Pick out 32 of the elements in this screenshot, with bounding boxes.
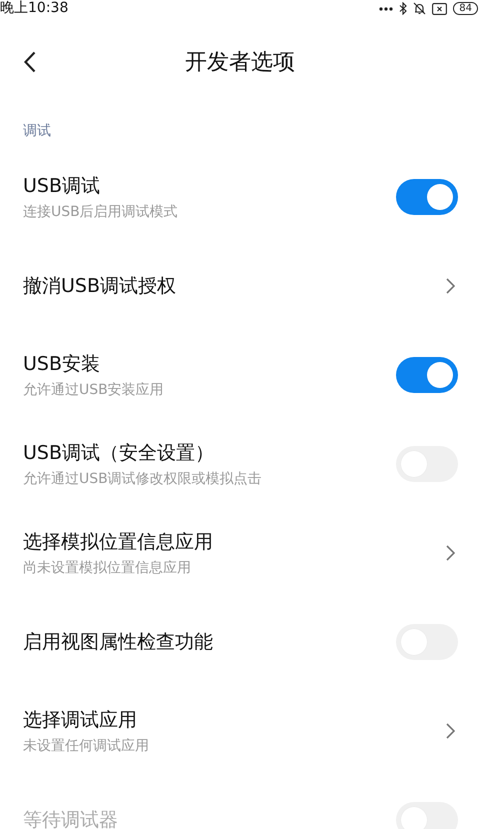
item-subtitle: 允许通过USB调试修改权限或模拟点击 <box>23 470 262 488</box>
page-title: 开发者选项 <box>185 48 295 76</box>
chevron-icon <box>446 544 455 560</box>
item-title: USB调试（安全设置） <box>23 440 216 466</box>
item-title: 选择模拟位置信息应用 <box>23 530 213 554</box>
item-title: 选择调试应用 <box>23 708 138 732</box>
item-subtitle: 尚未设置模拟位置信息应用 <box>23 558 192 576</box>
more-dots-icon <box>379 6 394 10</box>
item-subtitle: 允许通过USB安装应用 <box>23 380 164 398</box>
chevron-icon <box>446 722 455 738</box>
settings-item[interactable]: USB调试 连接USB后启用调试模式 <box>0 152 480 241</box>
bluetooth-icon <box>399 2 408 15</box>
toggle-switch[interactable] <box>396 178 458 214</box>
item-title: 启用视图属性检查功能 <box>23 630 213 654</box>
item-title: USB安装 <box>23 352 102 376</box>
item-title: 等待调试器 <box>23 808 118 829</box>
item-title: 撤消USB调试授权 <box>23 274 176 298</box>
section-heading: 调试 <box>23 122 52 141</box>
item-subtitle: 未设置任何调试应用 <box>23 736 149 754</box>
settings-item[interactable]: 选择调试应用 未设置任何调试应用 <box>0 686 480 775</box>
battery-level: 84 <box>453 2 478 15</box>
settings-item[interactable]: 选择模拟位置信息应用 尚未设置模拟位置信息应用 <box>0 508 480 597</box>
bell-off-icon <box>413 2 426 15</box>
settings-item[interactable]: USB安装 允许通过USB安装应用 <box>0 330 480 419</box>
settings-item[interactable]: USB调试（安全设置） 允许通过USB调试修改权限或模拟点击 <box>0 419 480 508</box>
settings-item[interactable]: 启用视图属性检查功能 <box>0 597 480 686</box>
status-time: 晚上10:38 <box>0 0 68 17</box>
settings-item[interactable]: 撤消USB调试授权 <box>0 241 480 330</box>
item-subtitle: 连接USB后启用调试模式 <box>23 202 178 220</box>
chevron-icon <box>446 278 455 294</box>
toggle-switch[interactable] <box>396 356 458 392</box>
item-title: USB调试 <box>23 174 102 198</box>
